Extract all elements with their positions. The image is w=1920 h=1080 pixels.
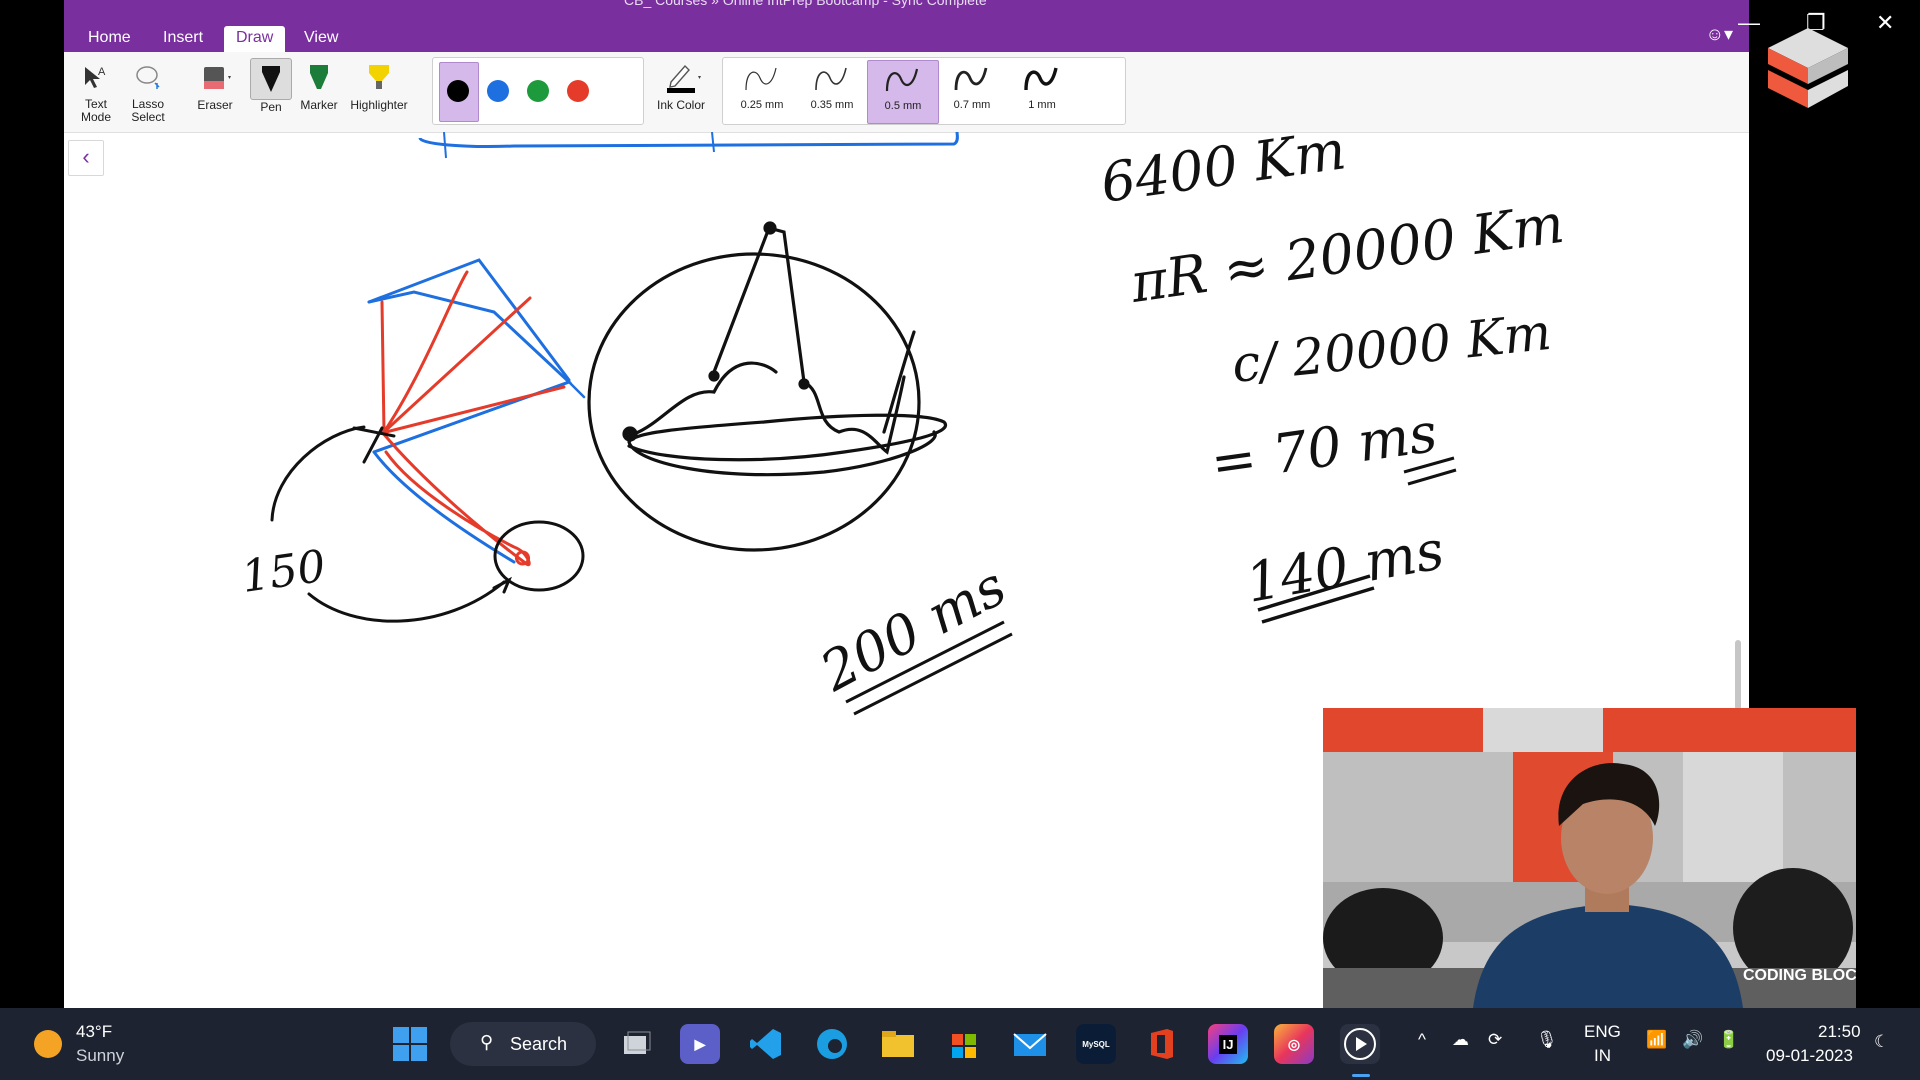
note-150: 150 [238,541,328,603]
title-bar: CB_ Courses » Online IntPrep Bootcamp - … [64,0,1749,52]
file-explorer-icon[interactable] [878,1024,918,1064]
feedback-smiley-icon[interactable]: ☺▾ [1706,24,1733,45]
tab-view[interactable]: View [292,26,350,52]
highlighter-icon [359,58,399,98]
weather-desc[interactable]: Sunny [76,1046,124,1066]
note-200ms: 200 ms [810,554,1016,704]
ink-color-button[interactable]: Ink Color [646,58,716,112]
pen-color-swatches [432,57,644,125]
volume-icon[interactable]: 🔊 [1682,1030,1703,1050]
note-round-trip: 140 ms [1241,518,1448,615]
coding-blocks-logo-icon [1768,28,1848,108]
thickness-label: 0.5 mm [884,100,922,112]
lasso-select-button[interactable]: Lasso Select [120,58,176,124]
color-green-swatch[interactable] [527,80,549,102]
note-divide: c/ 20000 Km [1229,303,1554,394]
active-app-indicator [1352,1074,1370,1077]
intellij-idea-icon[interactable]: IJ [1208,1024,1248,1064]
thickness-0-7mm[interactable]: 0.7 mm [937,60,1007,122]
color-red-swatch[interactable] [567,80,589,102]
eraser-icon [195,58,235,98]
note-radius: 6400 Km [1097,132,1350,215]
thickness-label: 1 mm [1028,99,1056,111]
taskbar: 43°F Sunny ⚲ Search ▶ MySQL IJ ◎ ^ ☁ ⟳ 🎙… [0,1008,1920,1080]
sync-icon[interactable]: ⟳ [1488,1030,1502,1050]
clock-time[interactable]: 21:50 [1818,1022,1861,1042]
marker-icon [299,58,339,98]
sun-weather-icon[interactable] [34,1030,62,1058]
battery-icon[interactable]: 🔋 [1718,1030,1739,1050]
color-black-swatch[interactable] [447,80,469,102]
windows-start-icon[interactable] [390,1024,430,1064]
instagram-icon[interactable]: ◎ [1274,1024,1314,1064]
pen-icon [250,58,292,100]
clock-date[interactable]: 09-01-2023 [1766,1046,1853,1066]
webcam-scene: CODING BLOCKS [1323,708,1856,1008]
wifi-icon[interactable]: 📶 [1646,1030,1667,1050]
ink-color-icon [661,58,701,98]
edge-browser-icon[interactable] [812,1024,852,1064]
task-view-icon[interactable] [616,1024,656,1064]
media-player-icon[interactable] [1340,1024,1380,1064]
thickness-1mm[interactable]: 1 mm [1007,60,1077,122]
draw-ribbon: A Text Mode Lasso Select Eraser Pen Mark… [64,52,1749,133]
mysql-workbench-icon[interactable]: MySQL [1076,1024,1116,1064]
pen-label: Pen [260,100,282,114]
search-icon: ⚲ [480,1032,494,1052]
vscode-icon[interactable] [746,1024,786,1064]
input-region[interactable]: IN [1594,1046,1611,1066]
weather-temp[interactable]: 43°F [76,1022,112,1042]
ink-earth-sketch [587,221,948,552]
lasso-select-label: Lasso Select [131,97,165,124]
svg-text:A: A [98,66,106,78]
ink-color-label: Ink Color [656,98,706,112]
tab-home[interactable]: Home [76,26,143,52]
thickness-label: 0.25 mm [740,99,784,111]
close-icon[interactable]: ✕ [1876,10,1894,36]
teams-chat-icon[interactable]: ▶ [680,1024,720,1064]
webcam-overlay: CODING BLOCKS [1323,708,1856,1008]
text-cursor-icon: A [76,58,116,98]
vertical-scrollbar[interactable] [1735,640,1741,710]
thickness-label: 0.7 mm [953,99,991,111]
mail-icon[interactable] [1010,1024,1050,1064]
thickness-0-5mm[interactable]: 0.5 mm [867,60,939,124]
text-mode-label: Text Mode [80,97,112,124]
microsoft-store-icon[interactable] [944,1024,984,1064]
eraser-button[interactable]: Eraser [184,58,246,112]
highlighter-button[interactable]: Highlighter [344,58,414,112]
tab-insert[interactable]: Insert [151,26,215,52]
lasso-icon [128,58,168,98]
ink-network-sketch [352,258,586,567]
note-circumference: πR ≈ 20000 Km [1126,192,1568,315]
marker-button[interactable]: Marker [294,58,344,112]
tray-overflow-chevron-icon[interactable]: ^ [1418,1030,1426,1050]
window-title: CB_ Courses » Online IntPrep Bootcamp - … [624,0,987,8]
office-icon[interactable] [1142,1024,1182,1064]
taskbar-search-button[interactable]: ⚲ Search [450,1022,596,1066]
thickness-options: 0.25 mm 0.35 mm 0.5 mm 0.7 mm 1 mm [722,57,1126,125]
ink-blue-bracket [418,132,959,149]
pen-button[interactable]: Pen [246,58,296,114]
microphone-icon[interactable]: 🎙 [1536,1030,1558,1050]
input-language[interactable]: ENG [1584,1022,1621,1042]
highlighter-label: Highlighter [350,98,408,112]
marker-label: Marker [300,98,338,112]
eraser-label: Eraser [197,98,233,112]
notifications-moon-icon[interactable]: ☾ [1874,1032,1889,1052]
tab-draw[interactable]: Draw [224,26,286,52]
color-blue-swatch[interactable] [487,80,509,102]
thickness-0-35mm[interactable]: 0.35 mm [797,60,867,122]
thickness-0-25mm[interactable]: 0.25 mm [727,60,797,122]
onedrive-error-icon[interactable]: ☁ [1452,1030,1469,1050]
note-result: = 70 ms [1207,401,1441,495]
search-label: Search [510,1034,568,1054]
thickness-label: 0.35 mm [810,99,854,111]
text-mode-button[interactable]: A Text Mode [68,58,124,124]
webcam-brand: CODING BLOCKS [1743,967,1856,984]
